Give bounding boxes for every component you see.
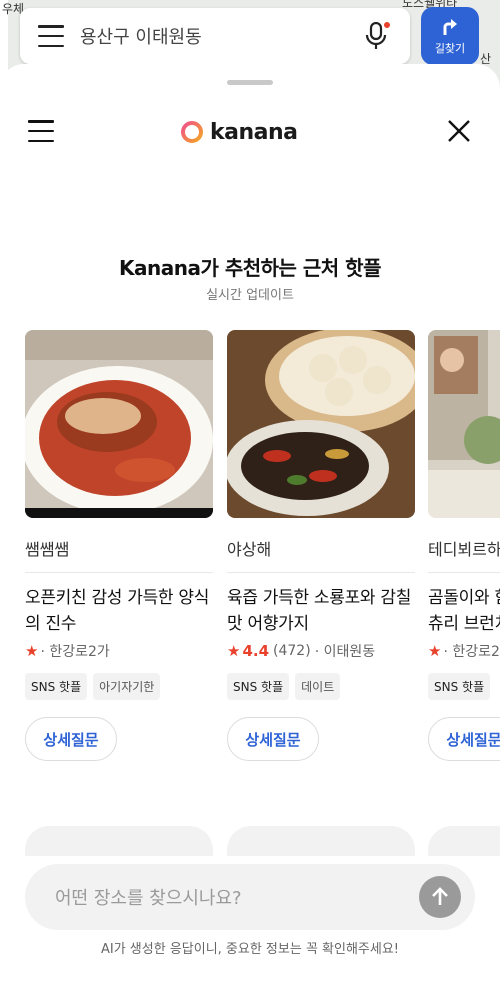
place-location: · 이태원동 xyxy=(314,644,376,660)
send-button[interactable] xyxy=(419,876,461,918)
tag: SNS 핫플 xyxy=(227,673,290,700)
sheet-header: kanana xyxy=(0,112,500,152)
detail-question-button[interactable]: 상세질문 xyxy=(25,717,117,761)
tag: 아기자기한 xyxy=(93,673,161,700)
place-meta: ★ · 한강로2가 xyxy=(25,641,213,661)
tag: 데이트 xyxy=(295,673,341,700)
place-description: 육즙 가득한 소룡포와 감칠맛 어향가지 xyxy=(227,588,412,634)
next-carousel-peek xyxy=(25,826,500,856)
placeholder-card xyxy=(25,826,213,856)
tag-list: SNS 핫플 아기자기한 xyxy=(25,673,213,700)
place-card[interactable]: 테디뵈르하 곰돌이와 함께하는 파페스츄리 브런치 ★ · 한강로2가 SNS … xyxy=(428,330,500,761)
place-card[interactable]: 쌤쌤쌤 오픈키친 감성 가득한 양식의 진수 ★ · 한강로2가 SNS 핫플 … xyxy=(25,330,213,761)
review-count: (472) xyxy=(273,643,311,659)
chat-placeholder[interactable]: 어떤 장소를 찾으시나요? xyxy=(55,884,419,910)
star-icon: ★ xyxy=(25,642,39,660)
place-card[interactable]: 야상해 육즙 가득한 소룡포와 감칠맛 어향가지 ★ 4.4 (472) · 이… xyxy=(227,330,415,761)
sheet-drag-handle[interactable] xyxy=(227,80,273,85)
detail-question-button[interactable]: 상세질문 xyxy=(227,717,319,761)
hamburger-icon[interactable] xyxy=(38,25,64,47)
tag-list: SNS 핫플 데이트 xyxy=(227,673,415,700)
directions-label: 길찾기 xyxy=(434,42,466,55)
arrow-up-icon xyxy=(432,887,448,905)
chat-input[interactable]: 어떤 장소를 찾으시나요? xyxy=(25,864,475,930)
place-name: 야상해 xyxy=(227,536,415,573)
place-location: · 한강로2가 xyxy=(443,644,500,660)
bottom-sheet: kanana Kanana가 추천하는 근처 핫플 실시간 업데이트 쌤쌤쌤 오… xyxy=(0,64,500,1008)
microphone-icon[interactable] xyxy=(356,16,396,56)
ai-disclaimer: AI가 생성한 응답이니, 중요한 정보는 꼭 확인해주세요! xyxy=(100,942,400,957)
brand-logo: kanana xyxy=(180,116,298,148)
tag-list: SNS 핫플 xyxy=(428,673,500,700)
star-icon: ★ xyxy=(428,642,442,660)
place-photo[interactable] xyxy=(25,330,213,518)
close-icon[interactable] xyxy=(446,118,472,144)
map-search-text[interactable]: 용산구 이태원동 xyxy=(80,23,356,49)
place-rating: 4.4 xyxy=(242,642,270,660)
section-subtitle: 실시간 업데이트 xyxy=(206,288,294,303)
place-description: 오픈키친 감성 가득한 양식의 진수 xyxy=(25,588,210,634)
section-title: Kanana가 추천하는 근처 핫플 xyxy=(119,256,381,280)
map-search-bar[interactable]: 용산구 이태원동 xyxy=(20,8,410,64)
detail-question-button[interactable]: 상세질문 xyxy=(428,717,500,761)
hamburger-icon[interactable] xyxy=(28,120,54,142)
place-description: 곰돌이와 함께하는 파페스츄리 브런치 xyxy=(428,588,500,634)
place-photo[interactable] xyxy=(227,330,415,518)
placeholder-card xyxy=(428,826,500,856)
place-meta: ★ · 한강로2가 xyxy=(428,641,500,661)
star-icon: ★ xyxy=(227,642,241,660)
placeholder-card xyxy=(227,826,415,856)
brand-name: kanana xyxy=(210,119,298,145)
place-location: · 한강로2가 xyxy=(40,644,110,660)
place-photo[interactable] xyxy=(428,330,500,518)
place-name: 테디뵈르하 xyxy=(428,536,500,573)
place-meta: ★ 4.4 (472) · 이태원동 xyxy=(227,641,415,661)
tag: SNS 핫플 xyxy=(428,673,491,700)
recording-dot xyxy=(384,22,390,28)
recommendation-carousel[interactable]: 쌤쌤쌤 오픈키친 감성 가득한 양식의 진수 ★ · 한강로2가 SNS 핫플 … xyxy=(25,330,500,770)
turn-arrow-icon xyxy=(443,19,457,35)
directions-button[interactable]: 길찾기 xyxy=(421,7,479,65)
ring-logo-icon xyxy=(181,121,203,143)
tag: SNS 핫플 xyxy=(25,673,88,700)
place-name: 쌤쌤쌤 xyxy=(25,536,213,573)
